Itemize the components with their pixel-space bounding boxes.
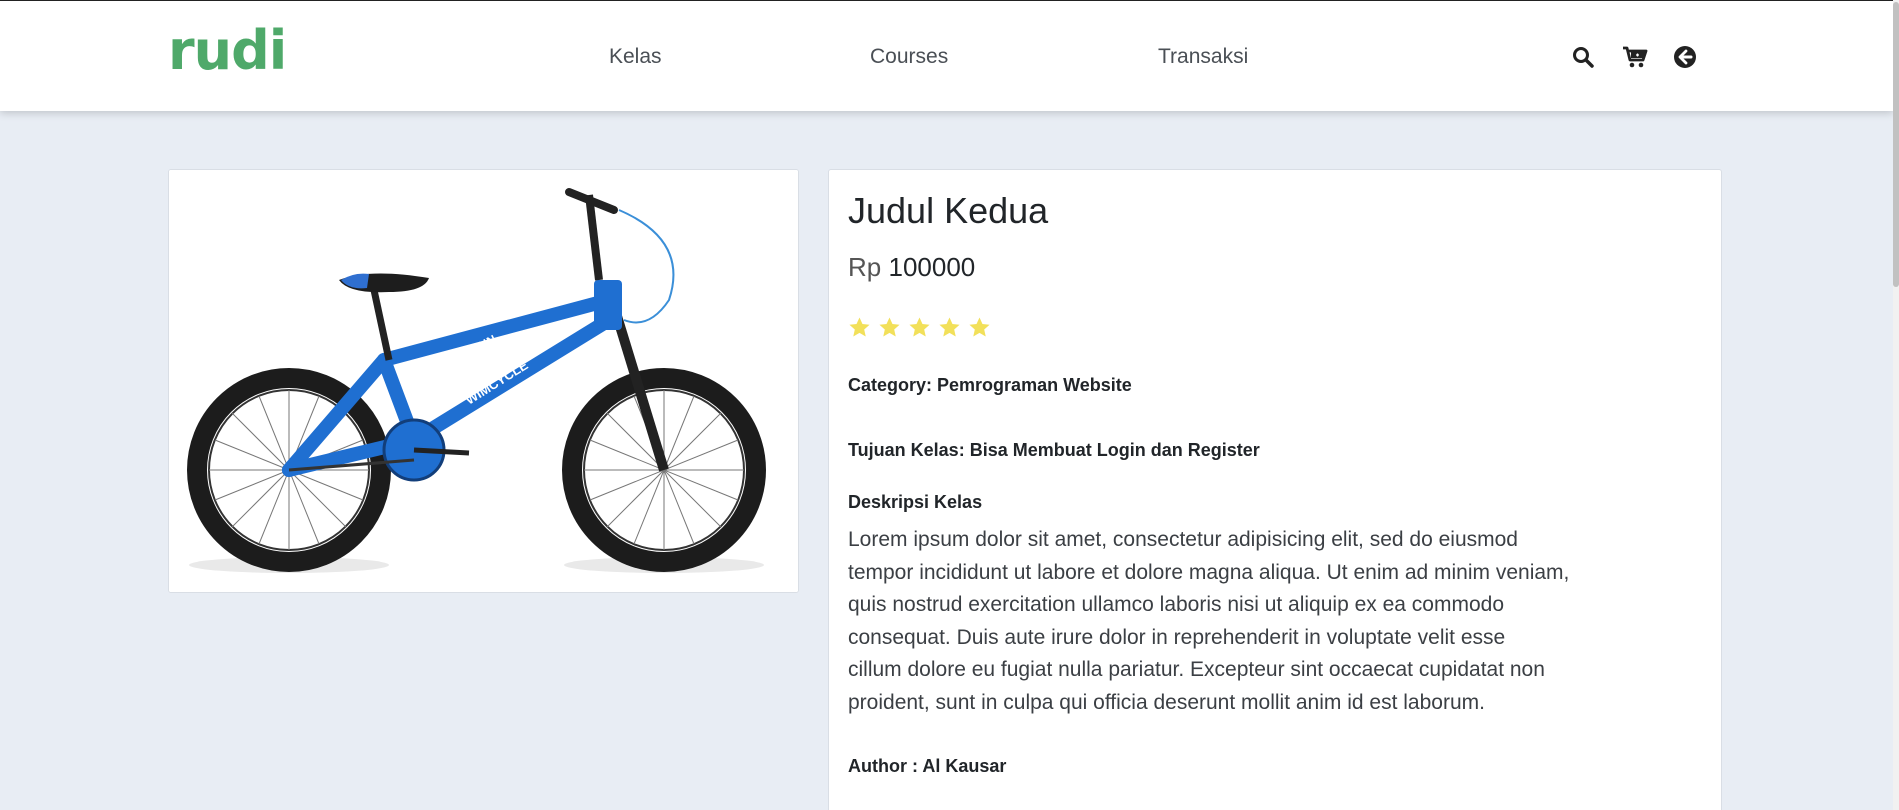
star-icon [969,317,990,337]
goal-row: Tujuan Kelas: Bisa Membuat Login dan Reg… [848,440,1260,461]
description-line: quis nostrud exercitation ullamco labori… [848,593,1505,616]
price-currency: Rp [848,252,882,282]
star-icon [879,317,900,337]
back-arrow-icon[interactable] [1673,45,1697,69]
description-line: consequat. Duis aute irure dolor in repr… [848,625,1506,649]
rating-stars [848,316,991,339]
category-row: Category: Pemrograman Website [848,375,1132,396]
category-value: Pemrograman Website [937,375,1132,395]
description-line: proident, sunt in culpa qui officia dese… [848,690,1485,714]
description-heading: Deskripsi Kelas [848,492,983,512]
description-line: tempor incididunt ut labore et dolore ma… [848,560,1570,584]
nav-link-kelas[interactable]: Kelas [609,45,662,69]
page-scrollbar[interactable] [1893,0,1899,810]
star-icon [909,317,930,337]
description-line: cillum dolore eu fugiat nulla pariatur. … [848,658,1545,681]
goal-value: Bisa Membuat Login dan Register [969,440,1260,460]
price-amount: 100000 [888,252,976,282]
nav-link-transaksi[interactable]: Transaksi [1158,45,1248,69]
search-icon[interactable] [1571,45,1595,69]
brand-logo[interactable]: rudi [168,19,287,82]
navbar: rudi Kelas Courses Transaksi [0,0,1893,111]
star-icon [939,317,960,337]
product-title: Judul Kedua [848,190,1049,231]
author-row: Author : Al Kausar [848,756,1006,777]
description-line: Lorem ipsum dolor sit amet, consectetur … [848,528,1518,551]
author-label: Author : [848,756,918,776]
product-price: Rp 100000 [848,252,975,283]
product-detail-card: Judul Kedua Rp 100000 Category: Pemrogra… [828,169,1722,810]
scrollbar-thumb[interactable] [1893,2,1899,287]
star-icon [849,317,870,337]
cart-icon[interactable] [1622,45,1648,69]
product-image-card: SHOTGUN WIMCYCLE [168,169,799,593]
nav-link-courses[interactable]: Courses [870,45,948,69]
bike-image: SHOTGUN WIMCYCLE [169,170,798,592]
category-label: Category: [848,375,933,395]
author-value: Al Kausar [922,756,1007,776]
goal-label: Tujuan Kelas: [848,440,965,460]
description-text: Lorem ipsum dolor sit amet, consectetur … [848,524,1598,719]
